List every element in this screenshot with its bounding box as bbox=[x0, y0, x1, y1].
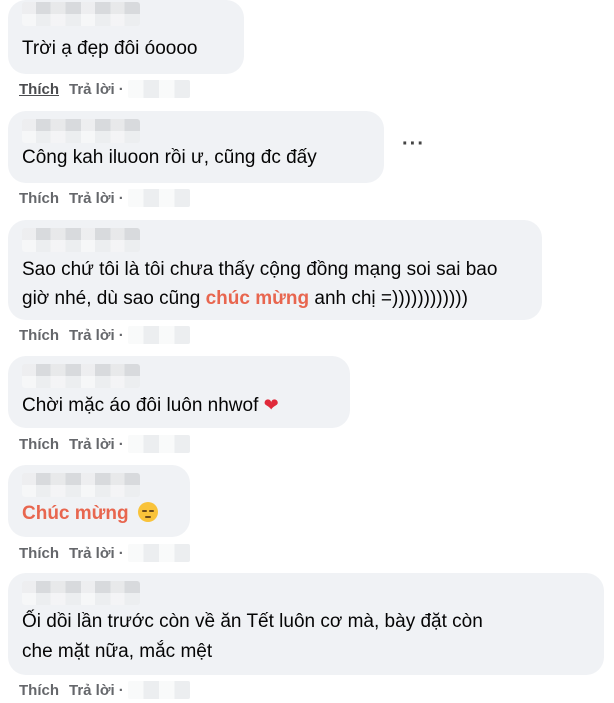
comment-bubble: Sao chứ tôi là tôi chưa thấy cộng đồng m… bbox=[8, 220, 542, 320]
comment-text-line-2: giờ nhé, dù sao cũng chúc mừng anh chị =… bbox=[22, 284, 468, 314]
comment-bubble: Công kah iluoon rồi ư, cũng đc đấy bbox=[8, 111, 384, 183]
highlighted-text: Chúc mừng bbox=[22, 503, 129, 524]
comment-actions: Thích Trả lời · bbox=[19, 544, 190, 562]
comment-text-segment: anh chị =)))))))))))) bbox=[309, 288, 468, 309]
comment-bubble: Chúc mừng bbox=[8, 465, 190, 537]
comment-text-segment: giờ nhé, dù sao cũng bbox=[22, 288, 206, 309]
comment-text: Chúc mừng bbox=[22, 499, 158, 529]
like-button[interactable]: Thích bbox=[19, 545, 59, 562]
redacted-timestamp[interactable] bbox=[127, 435, 190, 453]
more-options-icon[interactable]: ··· bbox=[402, 133, 425, 156]
comment-text: Công kah iluoon rồi ư, cũng đc đấy bbox=[22, 147, 317, 168]
comment-actions: Thích Trả lời · bbox=[19, 435, 190, 453]
comment-text-line-2: che mặt nữa, mắc mệt bbox=[22, 641, 213, 662]
separator-dot: · bbox=[118, 81, 124, 98]
separator-dot: · bbox=[118, 436, 124, 453]
redacted-author-name[interactable] bbox=[22, 364, 140, 388]
separator-dot: · bbox=[118, 327, 124, 344]
redacted-timestamp[interactable] bbox=[127, 544, 190, 562]
reply-button[interactable]: Trả lời bbox=[69, 545, 115, 562]
redacted-author-name[interactable] bbox=[22, 228, 140, 252]
like-button[interactable]: Thích bbox=[19, 327, 59, 344]
comment-text-line-1: Sao chứ tôi là tôi chưa thấy cộng đồng m… bbox=[22, 259, 498, 280]
comment-actions: Thích Trả lời · bbox=[19, 326, 190, 344]
comment-bubble: Chời mặc áo đôi luôn nhwof ❤ bbox=[8, 356, 350, 428]
redacted-author-name[interactable] bbox=[22, 119, 140, 143]
comment-actions: Thích Trả lời · bbox=[19, 80, 190, 98]
redacted-timestamp[interactable] bbox=[127, 326, 190, 344]
comment-text: Chời mặc áo đôi luôn nhwof ❤ bbox=[22, 390, 279, 421]
highlighted-text: chúc mừng bbox=[205, 288, 310, 309]
comment-actions: Thích Trả lời · bbox=[19, 189, 190, 207]
comment-text: Trời ạ đẹp đôi óoooo bbox=[22, 38, 198, 59]
redacted-timestamp[interactable] bbox=[127, 681, 190, 699]
reply-button[interactable]: Trả lời bbox=[69, 190, 115, 207]
pensive-face-emoji-icon bbox=[137, 502, 158, 522]
like-button[interactable]: Thích bbox=[19, 436, 59, 453]
reply-button[interactable]: Trả lời bbox=[69, 327, 115, 344]
comment-bubble: Trời ạ đẹp đôi óoooo bbox=[8, 0, 244, 74]
like-button[interactable]: Thích bbox=[19, 190, 59, 207]
like-button[interactable]: Thích bbox=[19, 81, 59, 98]
redacted-timestamp[interactable] bbox=[127, 189, 190, 207]
reply-button[interactable]: Trả lời bbox=[69, 436, 115, 453]
comment-actions: Thích Trả lời · bbox=[19, 681, 190, 699]
reply-button[interactable]: Trả lời bbox=[69, 81, 115, 98]
separator-dot: · bbox=[118, 682, 124, 699]
red-heart-emoji-icon: ❤ bbox=[263, 395, 279, 415]
separator-dot: · bbox=[118, 545, 124, 562]
comment-text-line-1: Ối dồi lần trước còn về ăn Tết luôn cơ m… bbox=[22, 611, 483, 632]
redacted-author-name[interactable] bbox=[22, 473, 140, 497]
redacted-author-name[interactable] bbox=[22, 2, 140, 26]
comment-bubble: Ối dồi lần trước còn về ăn Tết luôn cơ m… bbox=[8, 573, 604, 675]
like-button[interactable]: Thích bbox=[19, 682, 59, 699]
reply-button[interactable]: Trả lời bbox=[69, 682, 115, 699]
separator-dot: · bbox=[118, 190, 124, 207]
comment-text-segment: Chời mặc áo đôi luôn nhwof bbox=[22, 395, 259, 416]
redacted-timestamp[interactable] bbox=[127, 80, 190, 98]
redacted-author-name[interactable] bbox=[22, 581, 140, 605]
